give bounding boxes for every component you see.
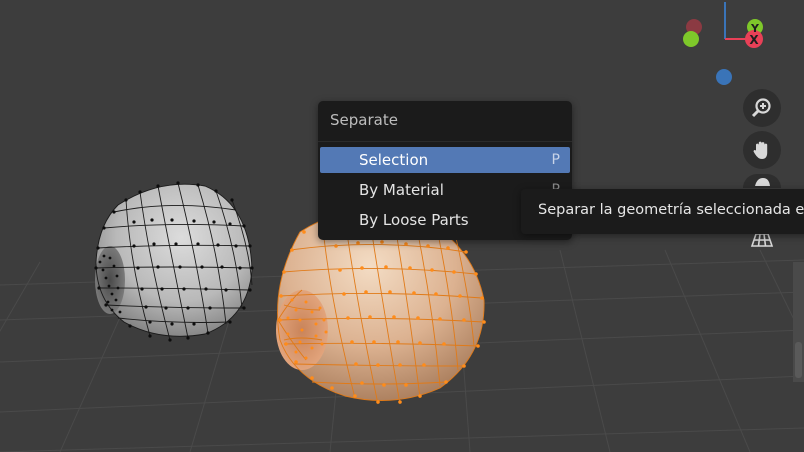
menu-item-label: By Loose Parts xyxy=(359,211,469,229)
scrollbar-thumb[interactable] xyxy=(795,342,802,378)
neg-z-axis-dot xyxy=(716,69,732,85)
menu-item-label: By Material xyxy=(359,181,444,199)
menu-divider xyxy=(318,141,572,142)
pan-hand-icon xyxy=(751,139,773,161)
camera-button[interactable] xyxy=(743,174,781,188)
tooltip-text: Separar la geometría seleccionada en xyxy=(538,202,804,218)
pan-button[interactable] xyxy=(743,131,781,169)
menu-item-selection[interactable]: Selection P xyxy=(320,147,570,173)
zoom-icon xyxy=(751,97,773,119)
menu-item-label: Selection xyxy=(359,151,429,169)
x-axis-label: X xyxy=(749,33,759,47)
camera-icon xyxy=(751,176,773,186)
tooltip: Separar la geometría seleccionada en xyxy=(521,189,804,234)
y-axis-neg-dot xyxy=(683,31,699,47)
menu-title: Separate xyxy=(330,111,398,129)
menu-item-shortcut: P xyxy=(551,152,560,168)
axis-gizmo: Y X xyxy=(683,2,763,85)
zoom-button[interactable] xyxy=(743,89,781,127)
viewport-scrollbar[interactable] xyxy=(793,262,804,382)
grey-sphere-mesh xyxy=(94,181,254,342)
